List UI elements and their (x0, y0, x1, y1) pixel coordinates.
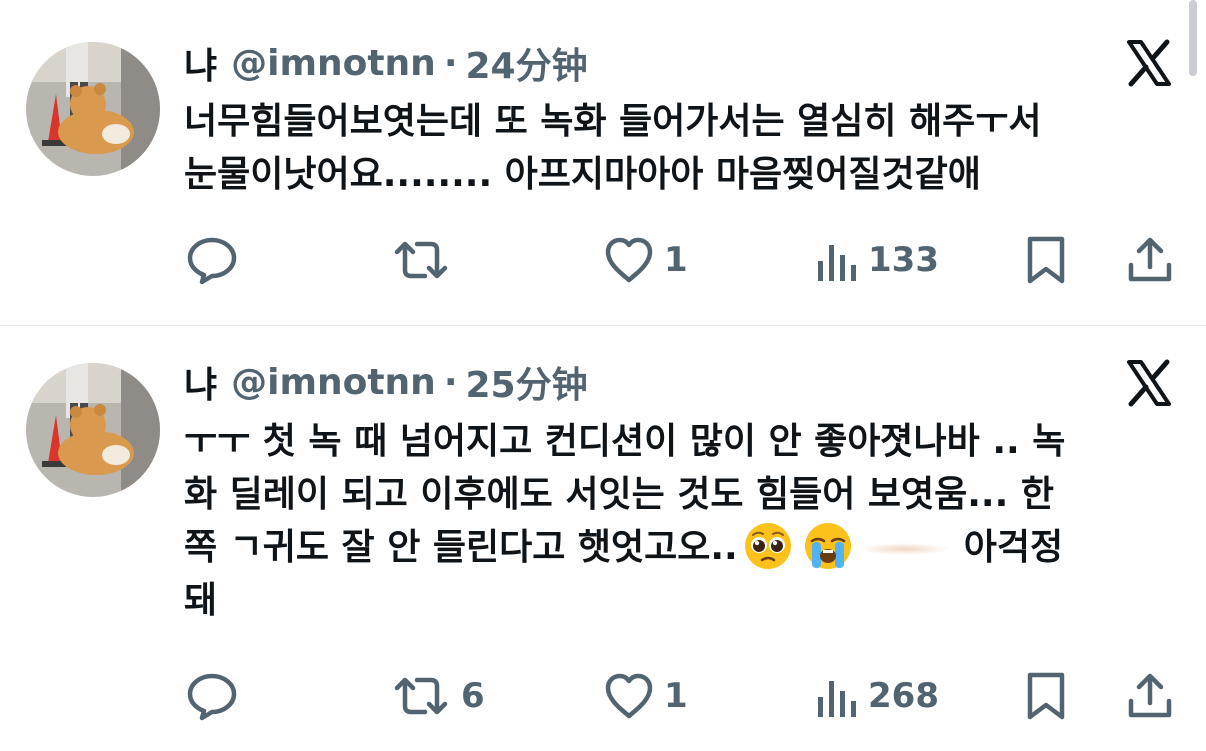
avatar[interactable] (26, 42, 160, 176)
tweet-text: 너무힘들어보엿는데 또 녹화 들어가서는 열심히 해주ㅜ서 눈물이낫어요....… (184, 99, 1169, 205)
tweet-text-line: 눈물이낫어요........ 아프지마아아 마음찢어질것같애 (184, 154, 981, 195)
bar-chart-icon (814, 235, 858, 285)
separator-dot: · (443, 361, 458, 403)
tweet-1[interactable]: 냐 @imnotnn · 24分钟 너무힘들어보엿는데 또 녹화 들어가서는 열… (0, 0, 1206, 326)
bookmark-button[interactable] (1024, 235, 1068, 285)
share-upload-icon (1126, 235, 1174, 285)
user-handle[interactable]: @imnotnn (231, 43, 436, 84)
tweet-divider (0, 325, 1206, 326)
tweet-text-line: 쪽 ㄱ귀도 잘 안 들린다고 햇엇고오.. 아걱정 (184, 523, 1169, 570)
bookmark-icon (1024, 235, 1068, 285)
display-name[interactable]: 냐 (184, 37, 217, 89)
blurred-region (857, 543, 952, 555)
view-count: 133 (868, 240, 939, 280)
bookmark-button[interactable] (1024, 671, 1068, 721)
tweet-text-line: ㅜㅜ 첫 녹 때 넘어지고 컨디션이 많이 안 좋아졋나바 .. 녹 (184, 421, 1066, 462)
repost-arrows-icon (391, 235, 451, 285)
share-button[interactable] (1126, 235, 1174, 285)
user-handle[interactable]: @imnotnn (231, 362, 436, 403)
heart-icon (604, 672, 654, 720)
repost-button[interactable] (391, 235, 461, 285)
repost-arrows-icon (391, 671, 451, 721)
tweet-text-segment: 아걱정 (963, 527, 1064, 568)
reply-button[interactable] (186, 671, 248, 721)
timestamp[interactable]: 24分钟 (466, 37, 588, 89)
bar-chart-icon (814, 671, 858, 721)
timestamp[interactable]: 25分钟 (466, 356, 588, 408)
speech-bubble-icon (186, 235, 238, 285)
like-button[interactable]: 1 (604, 671, 688, 721)
heart-icon (604, 236, 654, 284)
tweet-text-segment: 쪽 ㄱ귀도 잘 안 들린다고 햇엇고오.. (184, 527, 738, 568)
tweet-text-line: 너무힘들어보엿는데 또 녹화 들어가서는 열심히 해주ㅜ서 (184, 101, 1042, 142)
tweet-text: ㅜㅜ 첫 녹 때 넘어지고 컨디션이 많이 안 좋아졋나바 .. 녹 화 딜레이… (184, 419, 1169, 631)
view-count: 268 (868, 676, 939, 716)
repost-count: 6 (461, 676, 485, 716)
like-count: 1 (664, 676, 688, 716)
like-count: 1 (664, 240, 688, 280)
pleading-face-emoji-icon (744, 523, 791, 569)
reply-button[interactable] (186, 235, 248, 285)
tweet-2[interactable]: 냐 @imnotnn · 25分钟 ㅜㅜ 첫 녹 때 넘어지고 컨디션이 많이 … (0, 327, 1206, 751)
views-button[interactable]: 133 (814, 235, 939, 285)
separator-dot: · (443, 42, 458, 84)
views-button[interactable]: 268 (814, 671, 939, 721)
repost-button[interactable]: 6 (391, 671, 485, 721)
loudly-crying-face-emoji-icon (804, 523, 851, 569)
action-bar: 1 133 (186, 235, 1186, 285)
like-button[interactable]: 1 (604, 235, 688, 285)
tweet-text-line: 돼 (184, 580, 218, 621)
scrollbar[interactable] (1189, 0, 1197, 76)
share-button[interactable] (1126, 671, 1174, 721)
bookmark-icon (1024, 671, 1068, 721)
action-bar: 6 1 268 (186, 671, 1186, 721)
avatar[interactable] (26, 363, 160, 497)
display-name[interactable]: 냐 (184, 356, 217, 408)
tweet-header: 냐 @imnotnn · 25分钟 (184, 357, 588, 407)
x-logo-icon (1124, 358, 1174, 408)
speech-bubble-icon (186, 671, 238, 721)
tweet-header: 냐 @imnotnn · 24分钟 (184, 38, 588, 88)
x-logo-icon (1124, 38, 1174, 88)
share-upload-icon (1126, 671, 1174, 721)
tweet-text-line: 화 딜레이 되고 이후에도 서잇는 것도 힘들어 보엿움... 한 (184, 474, 1054, 515)
